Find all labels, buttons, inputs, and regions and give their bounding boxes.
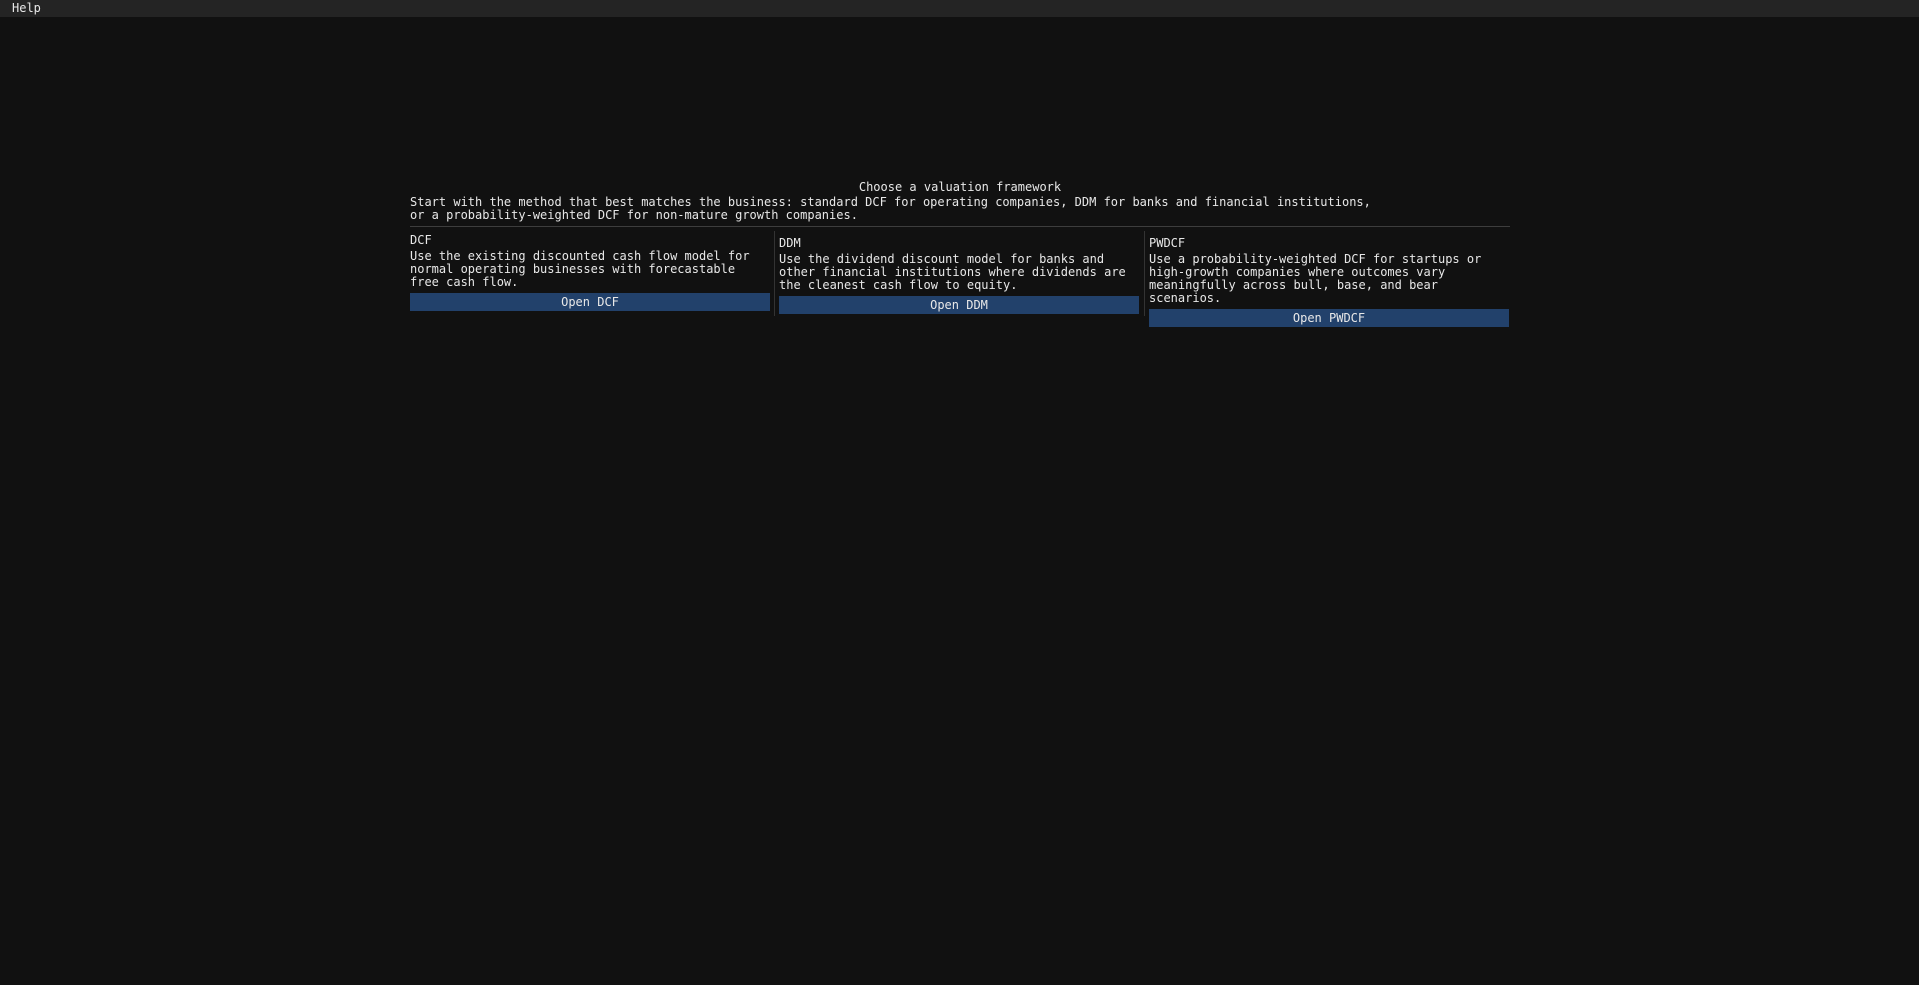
open-ddm-button[interactable]: Open DDM <box>779 296 1139 314</box>
column-separator <box>1144 231 1145 316</box>
framework-columns: DCF Use the existing discounted cash flo… <box>410 227 1510 327</box>
column-separator <box>774 231 775 316</box>
open-dcf-button[interactable]: Open DCF <box>410 293 770 311</box>
framework-title: PWDCF <box>1149 236 1186 250</box>
framework-description: Use a probability-weighted DCF for start… <box>1149 252 1482 305</box>
menu-bar: Help <box>0 0 1919 17</box>
framework-chooser: Choose a valuation framework Start with … <box>410 179 1510 327</box>
framework-card-ddm: DDM Use the dividend discount model for … <box>779 236 1139 314</box>
framework-title: DCF <box>410 233 432 247</box>
framework-card-pwdcf: PWDCF Use a probability-weighted DCF for… <box>1149 236 1509 327</box>
framework-card-dcf: DCF Use the existing discounted cash flo… <box>410 233 770 311</box>
chooser-heading: Choose a valuation framework <box>858 180 1062 194</box>
framework-title: DDM <box>779 236 801 250</box>
open-pwdcf-button[interactable]: Open PWDCF <box>1149 309 1509 327</box>
menu-help[interactable]: Help <box>12 1 41 16</box>
framework-description: Use the dividend discount model for bank… <box>779 252 1126 292</box>
chooser-subtitle: Start with the method that best matches … <box>410 195 1371 222</box>
framework-description: Use the existing discounted cash flow mo… <box>410 249 750 289</box>
